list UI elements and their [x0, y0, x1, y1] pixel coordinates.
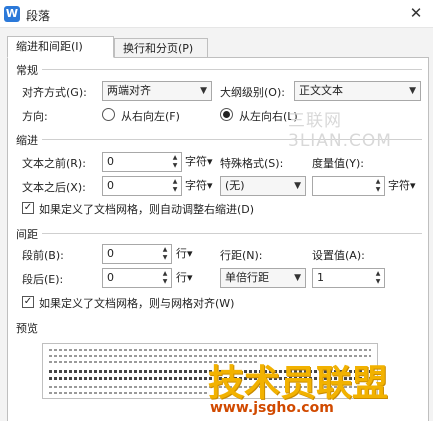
preview-line: [49, 349, 371, 351]
line-spacing-value: 单倍行距: [225, 271, 269, 284]
close-button[interactable]: ✕: [407, 4, 425, 22]
rtl-radio[interactable]: [102, 108, 115, 121]
outline-select[interactable]: 正文文本 ▼: [294, 81, 421, 101]
title-bar: W 段落 ✕: [0, 0, 433, 28]
indent-after-unit[interactable]: 字符▾: [185, 176, 213, 196]
space-after-label: 段后(E):: [22, 273, 64, 286]
rtl-label[interactable]: 从右向左(F): [121, 108, 180, 124]
chevron-down-icon: ▼: [200, 86, 207, 96]
special-format-select[interactable]: (无) ▼: [220, 176, 306, 196]
general-heading: 常规: [16, 64, 38, 77]
measure-input[interactable]: ▲ ▼: [312, 176, 385, 196]
indent-after-value: 0: [107, 179, 114, 192]
wps-writer-icon: W: [4, 6, 20, 22]
direction-label: 方向:: [22, 110, 48, 123]
setting-input[interactable]: 1 ▲ ▼: [312, 268, 385, 288]
space-after-input[interactable]: 0 ▲ ▼: [102, 268, 172, 288]
space-before-unit[interactable]: 行▾: [176, 244, 193, 264]
align-select-value: 两端对齐: [107, 84, 151, 97]
general-divider: [42, 69, 422, 70]
space-before-label: 段前(B):: [22, 249, 64, 262]
ltr-radio[interactable]: [220, 108, 233, 121]
spacing-grid-label[interactable]: 如果定义了文档网格，则与网格对齐(W): [39, 295, 234, 311]
checkmark-icon: ✓: [23, 296, 33, 307]
align-label: 对齐方式(G):: [22, 86, 87, 99]
indent-grid-label[interactable]: 如果定义了文档网格，则自动调整右缩进(D): [39, 201, 254, 217]
indent-before-value: 0: [107, 155, 114, 168]
tab-indent-spacing[interactable]: 缩进和间距(I): [7, 36, 114, 58]
setting-label: 设置值(A):: [312, 249, 365, 262]
space-before-input[interactable]: 0 ▲ ▼: [102, 244, 172, 264]
watermark-logo: 技术员联盟: [208, 363, 389, 404]
indent-heading: 缩进: [16, 134, 38, 147]
space-after-unit[interactable]: 行▾: [176, 268, 193, 288]
checkmark-icon: ✓: [23, 202, 33, 213]
spacing-divider: [42, 233, 422, 234]
watermark-top: 三联网 3LIAN.COM: [288, 111, 392, 151]
indent-after-label: 文本之后(X):: [22, 181, 86, 194]
preview-heading: 预览: [16, 322, 38, 335]
spinner-icon[interactable]: ▲ ▼: [170, 154, 180, 170]
chevron-down-icon: ▼: [409, 86, 416, 96]
preview-line: [49, 392, 209, 394]
spinner-icon[interactable]: ▲ ▼: [160, 246, 170, 262]
indent-before-input[interactable]: 0 ▲ ▼: [102, 152, 182, 172]
measure-label: 度量值(Y):: [312, 157, 365, 170]
watermark-url: www.jsgho.com: [210, 400, 334, 416]
spinner-icon[interactable]: ▲ ▼: [373, 178, 383, 194]
indent-grid-checkbox[interactable]: ✓: [22, 202, 34, 214]
measure-unit[interactable]: 字符▾: [388, 176, 416, 196]
outline-label: 大纲级别(O):: [220, 86, 285, 99]
line-spacing-select[interactable]: 单倍行距 ▼: [220, 268, 306, 288]
spinner-icon[interactable]: ▲ ▼: [373, 270, 383, 286]
close-icon: ✕: [409, 4, 423, 22]
spacing-heading: 间距: [16, 228, 38, 241]
chevron-down-icon: ▼: [294, 181, 301, 191]
spacing-grid-checkbox[interactable]: ✓: [22, 296, 34, 308]
line-spacing-label: 行距(N):: [220, 249, 263, 262]
dialog-title: 段落: [26, 9, 51, 23]
space-before-value: 0: [107, 247, 114, 260]
indent-after-input[interactable]: 0 ▲ ▼: [102, 176, 182, 196]
outline-select-value: 正文文本: [299, 84, 343, 97]
chevron-down-icon: ▼: [294, 273, 301, 283]
spinner-icon[interactable]: ▲ ▼: [170, 178, 180, 194]
special-format-value: (无): [225, 179, 245, 192]
tab-line-page-breaks[interactable]: 换行和分页(P): [114, 38, 208, 58]
setting-value: 1: [317, 271, 324, 284]
special-format-label: 特殊格式(S):: [220, 157, 284, 170]
spinner-icon[interactable]: ▲ ▼: [160, 270, 170, 286]
indent-before-unit[interactable]: 字符▾: [185, 152, 213, 172]
space-after-value: 0: [107, 271, 114, 284]
indent-before-label: 文本之前(R):: [22, 157, 86, 170]
align-select[interactable]: 两端对齐 ▼: [102, 81, 212, 101]
